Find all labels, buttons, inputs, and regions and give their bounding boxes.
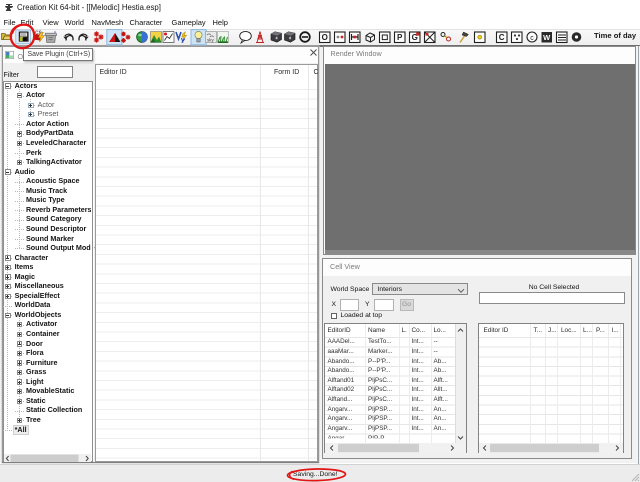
svg-text:P: P [397,33,403,42]
svg-text:c: c [530,35,534,42]
svg-text:sky: sky [207,38,215,43]
svg-text:C: C [499,33,505,42]
svg-text:W: W [543,33,551,42]
svg-text:O: O [322,33,328,42]
